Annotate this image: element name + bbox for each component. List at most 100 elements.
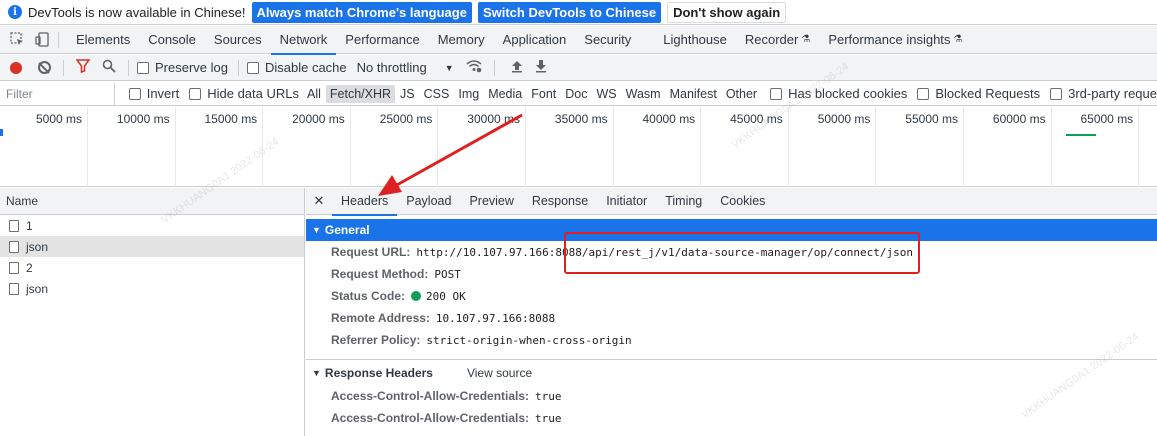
tab-cookies[interactable]: Cookies bbox=[711, 188, 774, 215]
switch-chinese-button[interactable]: Switch DevTools to Chinese bbox=[477, 1, 662, 23]
file-icon bbox=[9, 261, 19, 274]
type-filter-all[interactable]: All bbox=[303, 85, 325, 103]
export-har-icon[interactable] bbox=[535, 59, 547, 76]
tab-security[interactable]: Security bbox=[575, 26, 640, 54]
type-filter-manifest[interactable]: Manifest bbox=[666, 85, 721, 103]
request-details-panel: ✕ Headers Payload Preview Response Initi… bbox=[306, 188, 1157, 436]
type-filter-media[interactable]: Media bbox=[484, 85, 526, 103]
experiment-flask-icon: ⚗ bbox=[953, 34, 963, 45]
throttling-select[interactable]: No throttling ▼ bbox=[357, 60, 454, 75]
type-filter-fetch-xhr[interactable]: Fetch/XHR bbox=[325, 84, 396, 103]
tab-performance-insights[interactable]: Performance insights ⚗ bbox=[819, 26, 971, 54]
tab-recorder[interactable]: Recorder ⚗ bbox=[736, 26, 819, 54]
response-header-row: Access-Control-Allow-Credentials: true bbox=[306, 407, 1157, 429]
request-name: json bbox=[26, 281, 49, 296]
search-icon[interactable] bbox=[102, 59, 116, 76]
triangle-down-icon: ▼ bbox=[312, 225, 321, 235]
request-row[interactable]: json bbox=[0, 236, 304, 257]
tab-network[interactable]: Network bbox=[270, 26, 337, 55]
type-filter-wasm[interactable]: Wasm bbox=[622, 85, 665, 103]
tab-payload[interactable]: Payload bbox=[397, 188, 460, 215]
clear-icon[interactable] bbox=[38, 61, 51, 74]
type-filter-img[interactable]: Img bbox=[454, 85, 483, 103]
preserve-log-checkbox[interactable]: Preserve log bbox=[137, 60, 228, 75]
response-headers-section-header[interactable]: ▼ Response Headers View source bbox=[306, 359, 1157, 385]
disable-cache-label: Disable cache bbox=[264, 60, 347, 75]
disable-cache-checkbox[interactable]: Disable cache bbox=[246, 60, 347, 75]
timeline-gridline bbox=[1138, 107, 1140, 187]
dont-show-again-button[interactable]: Don't show again bbox=[667, 1, 787, 23]
timeline-request-bar bbox=[1066, 134, 1096, 136]
network-conditions-icon[interactable] bbox=[466, 59, 482, 76]
inspect-element-icon[interactable] bbox=[9, 32, 25, 48]
tab-performance[interactable]: Performance bbox=[336, 26, 428, 54]
filter-input[interactable]: Filter bbox=[0, 82, 115, 105]
tab-lighthouse[interactable]: Lighthouse bbox=[654, 26, 736, 54]
match-language-button[interactable]: Always match Chrome's language bbox=[251, 1, 472, 23]
tab-application[interactable]: Application bbox=[494, 26, 576, 54]
timeline-gridline bbox=[875, 107, 877, 187]
preserve-log-label: Preserve log bbox=[155, 60, 228, 75]
type-filter-other[interactable]: Other bbox=[722, 85, 761, 103]
timeline-gridline bbox=[612, 107, 614, 187]
triangle-down-icon: ▼ bbox=[312, 367, 321, 378]
timeline-tick-label: 60000 ms bbox=[992, 112, 1046, 126]
tab-performance-insights-label: Performance insights bbox=[828, 32, 951, 47]
timeline-gridline bbox=[437, 107, 439, 187]
import-har-icon[interactable] bbox=[511, 59, 523, 76]
device-toolbar-icon[interactable] bbox=[34, 32, 50, 48]
request-row[interactable]: 1 bbox=[0, 215, 304, 236]
checkbox-box[interactable] bbox=[246, 61, 259, 74]
has-blocked-cookies-checkbox[interactable]: Has blocked cookies bbox=[770, 86, 907, 101]
invert-checkbox[interactable]: Invert bbox=[128, 86, 179, 101]
network-overview-timeline[interactable]: 5000 ms 10000 ms 15000 ms 20000 ms 25000 ms 3… bbox=[0, 107, 1157, 187]
tab-memory[interactable]: Memory bbox=[429, 26, 494, 54]
devtools-tabbar: Elements Console Sources Network Perform… bbox=[0, 26, 1157, 55]
third-party-checkbox[interactable]: 3rd-party reque bbox=[1050, 86, 1157, 101]
blocked-requests-checkbox[interactable]: Blocked Requests bbox=[917, 86, 1040, 101]
tab-headers[interactable]: Headers bbox=[332, 188, 398, 216]
chevron-down-icon: ▼ bbox=[444, 62, 454, 73]
response-header-key: Access-Control-Allow-Credentials: bbox=[331, 389, 530, 403]
timeline-tick-label: 25000 ms bbox=[379, 112, 433, 126]
status-code-value: 200 OK bbox=[426, 289, 466, 303]
type-filter-ws[interactable]: WS bbox=[592, 85, 620, 103]
tab-initiator[interactable]: Initiator bbox=[597, 188, 656, 215]
tab-elements[interactable]: Elements bbox=[67, 26, 139, 54]
type-filter-doc[interactable]: Doc bbox=[561, 85, 591, 103]
blocked-requests-label: Blocked Requests bbox=[935, 86, 1041, 101]
info-icon: i bbox=[8, 5, 22, 19]
request-row[interactable]: 2 bbox=[0, 257, 304, 278]
toolbar-divider bbox=[63, 59, 64, 76]
view-source-link[interactable]: View source bbox=[467, 366, 532, 380]
type-filter-js[interactable]: JS bbox=[396, 85, 419, 103]
tab-timing[interactable]: Timing bbox=[656, 188, 711, 215]
type-filter-font[interactable]: Font bbox=[527, 85, 560, 103]
hide-data-urls-checkbox[interactable]: Hide data URLs bbox=[189, 86, 299, 101]
record-icon[interactable] bbox=[10, 61, 22, 74]
type-filter-css[interactable]: CSS bbox=[420, 85, 454, 103]
checkbox-box[interactable] bbox=[1050, 87, 1063, 100]
close-icon[interactable]: ✕ bbox=[306, 193, 332, 209]
tab-response[interactable]: Response bbox=[523, 188, 597, 215]
response-header-row: Access-Control-Allow-Credentials: true bbox=[306, 385, 1157, 407]
filter-icon[interactable] bbox=[75, 59, 91, 76]
request-method-value: POST bbox=[434, 267, 461, 281]
column-header-name[interactable]: Name bbox=[0, 188, 304, 215]
toolbar-divider bbox=[58, 31, 59, 48]
tab-console[interactable]: Console bbox=[139, 26, 205, 54]
timeline-tick-label: 10000 ms bbox=[116, 112, 170, 126]
toolbar-divider bbox=[128, 59, 129, 76]
checkbox-box[interactable] bbox=[128, 87, 141, 100]
details-tabbar: ✕ Headers Payload Preview Response Initi… bbox=[306, 188, 1157, 216]
language-infobar: i DevTools is now available in Chinese! … bbox=[0, 0, 1157, 25]
tab-preview[interactable]: Preview bbox=[460, 188, 522, 215]
checkbox-box[interactable] bbox=[917, 87, 930, 100]
request-row[interactable]: json bbox=[0, 278, 304, 299]
timeline-tick-label: 45000 ms bbox=[730, 112, 783, 126]
tab-sources[interactable]: Sources bbox=[205, 26, 271, 54]
checkbox-box[interactable] bbox=[137, 61, 149, 74]
third-party-label: 3rd-party reque bbox=[1068, 86, 1157, 101]
checkbox-box[interactable] bbox=[189, 87, 202, 100]
checkbox-box[interactable] bbox=[770, 87, 783, 100]
